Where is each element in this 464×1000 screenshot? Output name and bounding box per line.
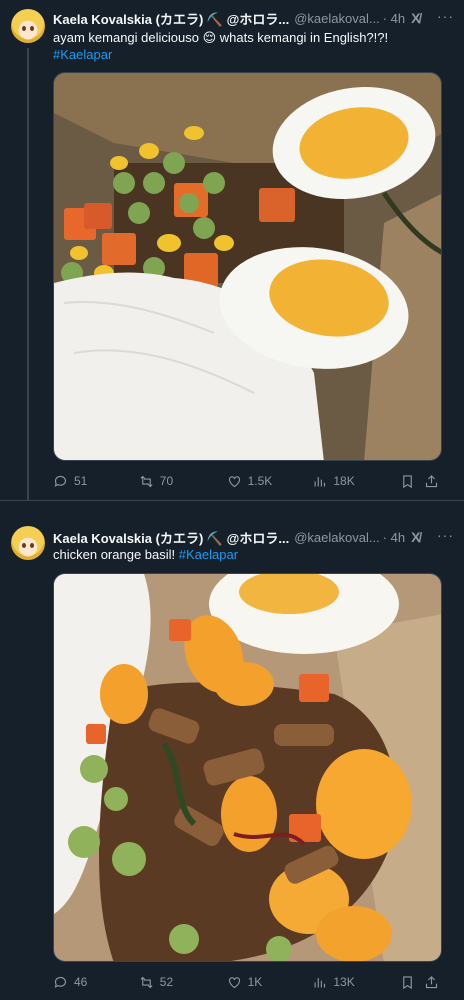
tweet-body: chicken orange basil! <box>53 547 176 562</box>
thread-line <box>27 48 29 500</box>
user-handle[interactable]: @kaelakoval... <box>294 530 379 545</box>
food-photo-egg-rice <box>54 73 441 460</box>
avatar-eye <box>30 26 34 31</box>
avatar[interactable] <box>11 526 45 560</box>
tweet-actions: 51 70 1.5K 18K <box>53 471 444 491</box>
display-name[interactable]: Kaela Kovalskia (カエラ) ⛏️ @ホロラ... <box>53 528 289 547</box>
like-icon <box>228 976 240 988</box>
display-name[interactable]: Kaela Kovalskia (カエラ) ⛏️ @ホロラ... <box>53 9 289 28</box>
share-button[interactable] <box>424 474 444 489</box>
reply-icon <box>54 976 67 988</box>
share-icon <box>426 474 438 487</box>
reply-button[interactable]: 46 <box>53 975 139 990</box>
retweet-count: 52 <box>159 975 174 989</box>
reply-button[interactable]: 51 <box>53 474 139 489</box>
avatar-eye <box>22 26 26 31</box>
avatar-eye <box>30 543 34 548</box>
more-icon[interactable]: ··· <box>437 527 454 543</box>
tweet-actions: 46 52 1K 13K <box>53 972 444 992</box>
timestamp[interactable]: · 4h <box>383 11 405 26</box>
views-icon <box>314 476 326 486</box>
hashtag-link[interactable]: #Kaelapar <box>179 547 238 562</box>
avatar[interactable] <box>11 9 45 43</box>
tweet-photo[interactable] <box>53 72 442 461</box>
hashtag-link[interactable]: #Kaelapar <box>53 47 112 62</box>
timestamp[interactable]: · 4h <box>383 530 405 545</box>
views-button[interactable]: 13K <box>312 975 400 990</box>
reply-count: 51 <box>74 474 88 488</box>
bookmark-icon <box>403 975 412 989</box>
tweet-text: chicken orange basil! #Kaelapar <box>53 546 452 563</box>
grok-icon[interactable]: X̸ <box>411 10 420 26</box>
tweet-header: Kaela Kovalskia (カエラ) ⛏️ @ホロラ... @kaelak… <box>53 9 434 27</box>
like-button[interactable]: 1.5K <box>227 474 313 489</box>
retweet-icon <box>140 475 153 487</box>
like-icon <box>228 475 240 487</box>
retweet-button[interactable]: 52 <box>139 975 227 990</box>
user-handle[interactable]: @kaelakoval... <box>294 11 379 26</box>
tweet-photo[interactable] <box>53 573 442 962</box>
avatar-eye <box>22 543 26 548</box>
tweet[interactable]: Kaela Kovalskia (カエラ) ⛏️ @ホロラ... @kaelak… <box>0 500 464 1000</box>
bookmark-button[interactable] <box>400 975 424 990</box>
retweet-count: 70 <box>159 474 174 488</box>
share-icon <box>426 975 438 988</box>
tweet-text: ayam kemangi deliciouso 😌 whats kemangi … <box>53 29 452 63</box>
like-button[interactable]: 1K <box>227 975 313 990</box>
tweet-header: Kaela Kovalskia (カエラ) ⛏️ @ホロラ... @kaelak… <box>53 528 434 546</box>
views-icon <box>314 977 326 987</box>
share-button[interactable] <box>424 975 444 990</box>
views-button[interactable]: 18K <box>312 474 400 489</box>
retweet-button[interactable]: 70 <box>139 474 227 489</box>
food-photo-orange-chicken <box>54 574 441 961</box>
reply-count: 46 <box>74 975 88 989</box>
like-count: 1.5K <box>247 474 273 488</box>
bookmark-button[interactable] <box>400 474 424 489</box>
tweet-body: ayam kemangi deliciouso 😌 whats kemangi … <box>53 30 389 45</box>
grok-icon[interactable]: X̸ <box>411 529 420 545</box>
bookmark-icon <box>403 474 412 488</box>
reply-icon <box>54 475 67 487</box>
views-count: 18K <box>333 474 355 488</box>
tweet[interactable]: Kaela Kovalskia (カエラ) ⛏️ @ホロラ... @kaelak… <box>0 0 464 500</box>
views-count: 13K <box>333 975 355 989</box>
more-icon[interactable]: ··· <box>437 8 454 24</box>
retweet-icon <box>140 976 153 988</box>
like-count: 1K <box>247 975 263 989</box>
